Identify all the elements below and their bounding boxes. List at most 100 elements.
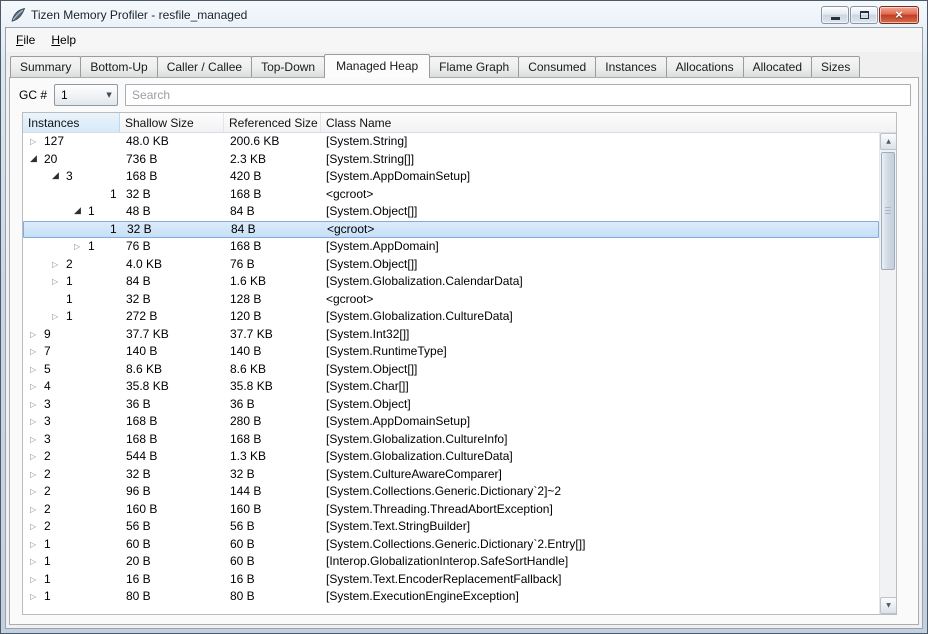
vertical-scrollbar[interactable]: ▲ ▼ — [879, 133, 896, 614]
tab-managed-heap[interactable]: Managed Heap — [324, 54, 430, 78]
expand-arrow-icon[interactable]: ▷ — [52, 273, 66, 291]
tab-bottom-up[interactable]: Bottom-Up — [80, 56, 157, 77]
minimize-button[interactable] — [821, 6, 849, 24]
table-row[interactable]: ▷184 B1.6 KB[System.Globalization.Calend… — [23, 273, 879, 291]
table-row[interactable]: ◢148 B84 B[System.Object[]] — [23, 203, 879, 221]
expand-arrow-icon[interactable]: ▷ — [30, 466, 44, 484]
expand-arrow-icon[interactable]: ▷ — [30, 483, 44, 501]
class-name-cell: [System.Object[]] — [321, 203, 879, 221]
expand-arrow-icon[interactable]: ▷ — [30, 536, 44, 554]
tab-summary[interactable]: Summary — [10, 56, 81, 77]
search-input[interactable] — [125, 84, 911, 106]
column-header-referenced-size[interactable]: Referenced Size — [224, 113, 321, 132]
table-row[interactable]: ▷296 B144 B[System.Collections.Generic.D… — [23, 483, 879, 501]
app-icon — [10, 7, 26, 23]
instances-cell: ▷3 — [23, 431, 120, 449]
table-row[interactable]: ▷2160 B160 B[System.Threading.ThreadAbor… — [23, 501, 879, 519]
instances-cell: ◢20 — [23, 151, 120, 169]
tab-consumed[interactable]: Consumed — [518, 56, 596, 77]
expand-arrow-icon[interactable]: ▷ — [30, 431, 44, 449]
collapse-arrow-icon[interactable]: ◢ — [74, 203, 88, 221]
expand-arrow-icon[interactable]: ▷ — [30, 361, 44, 379]
referenced-size-cell: 56 B — [224, 518, 321, 536]
expand-arrow-icon[interactable]: ▷ — [30, 518, 44, 536]
expand-arrow-icon[interactable]: ▷ — [30, 553, 44, 571]
shallow-size-cell: 37.7 KB — [120, 326, 224, 344]
maximize-button[interactable] — [850, 6, 878, 24]
table-row[interactable]: ▷1272 B120 B[System.Globalization.Cultur… — [23, 308, 879, 326]
expand-arrow-icon[interactable]: ▷ — [52, 256, 66, 274]
gc-number-combobox[interactable]: 1 ▼ — [54, 84, 118, 106]
collapse-arrow-icon[interactable]: ◢ — [30, 151, 44, 169]
shallow-size-cell: 36 B — [120, 396, 224, 414]
table-row[interactable]: ▷256 B56 B[System.Text.StringBuilder] — [23, 518, 879, 536]
tab-sizes[interactable]: Sizes — [811, 56, 860, 77]
instances-value: 4 — [44, 378, 51, 396]
referenced-size-cell: 140 B — [224, 343, 321, 361]
tab-flame-graph[interactable]: Flame Graph — [429, 56, 519, 77]
tab-allocations[interactable]: Allocations — [666, 56, 744, 77]
gc-number-value: 1 — [55, 88, 101, 102]
table-row[interactable]: ▷336 B36 B[System.Object] — [23, 396, 879, 414]
table-row[interactable]: ▷116 B16 B[System.Text.EncoderReplacemen… — [23, 571, 879, 589]
table-row[interactable]: ▷3168 B280 B[System.AppDomainSetup] — [23, 413, 879, 431]
tab-instances[interactable]: Instances — [595, 56, 666, 77]
instances-cell: ◢3 — [23, 168, 120, 186]
expand-arrow-icon[interactable]: ▷ — [74, 238, 88, 256]
table-row[interactable]: ▷24.0 KB76 B[System.Object[]] — [23, 256, 879, 274]
table-row[interactable]: ◢20736 B2.3 KB[System.String[]] — [23, 151, 879, 169]
expand-arrow-icon[interactable]: ▷ — [30, 133, 44, 151]
expand-arrow-icon[interactable]: ▷ — [30, 588, 44, 606]
table-row[interactable]: ▷7140 B140 B[System.RuntimeType] — [23, 343, 879, 361]
instances-value: 2 — [66, 256, 73, 274]
expand-arrow-icon[interactable]: ▷ — [30, 396, 44, 414]
chevron-down-icon: ▼ — [101, 91, 117, 99]
close-button[interactable]: × — [879, 6, 919, 24]
expand-arrow-icon[interactable]: ▷ — [30, 501, 44, 519]
table-row[interactable]: 132 B128 B<gcroot> — [23, 291, 879, 309]
class-name-cell: [System.Collections.Generic.Dictionary`2… — [321, 483, 879, 501]
expand-arrow-icon[interactable]: ▷ — [30, 413, 44, 431]
table-row[interactable]: 132 B84 B<gcroot> — [23, 221, 879, 239]
table-row[interactable]: ▷2544 B1.3 KB[System.Globalization.Cultu… — [23, 448, 879, 466]
expand-arrow-icon[interactable]: ▷ — [30, 571, 44, 589]
menu-file[interactable]: File — [8, 29, 43, 51]
expand-arrow-icon[interactable]: ▷ — [30, 343, 44, 361]
column-header-shallow-size[interactable]: Shallow Size — [120, 113, 224, 132]
scroll-down-button[interactable]: ▼ — [880, 597, 897, 614]
table-row[interactable]: ▷160 B60 B[System.Collections.Generic.Di… — [23, 536, 879, 554]
expand-arrow-icon[interactable]: ▷ — [30, 378, 44, 396]
table-row[interactable]: ▷937.7 KB37.7 KB[System.Int32[]] — [23, 326, 879, 344]
column-header-instances[interactable]: Instances — [23, 113, 120, 132]
instances-cell: ▷9 — [23, 326, 120, 344]
table-body: ▷12748.0 KB200.6 KB[System.String]◢20736… — [23, 133, 879, 614]
expand-arrow-icon[interactable]: ▷ — [30, 448, 44, 466]
table-row[interactable]: ▷58.6 KB8.6 KB[System.Object[]] — [23, 361, 879, 379]
scroll-up-button[interactable]: ▲ — [880, 133, 897, 150]
collapse-arrow-icon[interactable]: ◢ — [52, 168, 66, 186]
column-header-class-name[interactable]: Class Name — [321, 113, 896, 132]
expand-arrow-icon[interactable]: ▷ — [52, 308, 66, 326]
expand-arrow-icon[interactable]: ▷ — [30, 326, 44, 344]
table-row[interactable]: ◢3168 B420 B[System.AppDomainSetup] — [23, 168, 879, 186]
instances-value: 20 — [44, 151, 57, 169]
referenced-size-cell: 144 B — [224, 483, 321, 501]
table-row[interactable]: ▷12748.0 KB200.6 KB[System.String] — [23, 133, 879, 151]
tab-allocated[interactable]: Allocated — [743, 56, 812, 77]
table-row[interactable]: ▷176 B168 B[System.AppDomain] — [23, 238, 879, 256]
app-window: Tizen Memory Profiler - resfile_managed … — [0, 0, 928, 634]
table-row[interactable]: 132 B168 B<gcroot> — [23, 186, 879, 204]
tab-top-down[interactable]: Top-Down — [251, 56, 325, 77]
table-row[interactable]: ▷3168 B168 B[System.Globalization.Cultur… — [23, 431, 879, 449]
instances-value: 2 — [44, 518, 51, 536]
tab-caller-callee[interactable]: Caller / Callee — [157, 56, 252, 77]
table-row[interactable]: ▷232 B32 B[System.CultureAwareComparer] — [23, 466, 879, 484]
scrollbar-thumb[interactable] — [881, 152, 895, 270]
instances-cell: 1 — [23, 291, 120, 309]
table-row[interactable]: ▷180 B80 B[System.ExecutionEngineExcepti… — [23, 588, 879, 606]
table-row[interactable]: ▷435.8 KB35.8 KB[System.Char[]] — [23, 378, 879, 396]
table-row[interactable]: ▷120 B60 B[Interop.GlobalizationInterop.… — [23, 553, 879, 571]
menu-help[interactable]: Help — [43, 29, 84, 51]
instances-value: 7 — [44, 343, 51, 361]
title-bar[interactable]: Tizen Memory Profiler - resfile_managed … — [5, 3, 923, 27]
